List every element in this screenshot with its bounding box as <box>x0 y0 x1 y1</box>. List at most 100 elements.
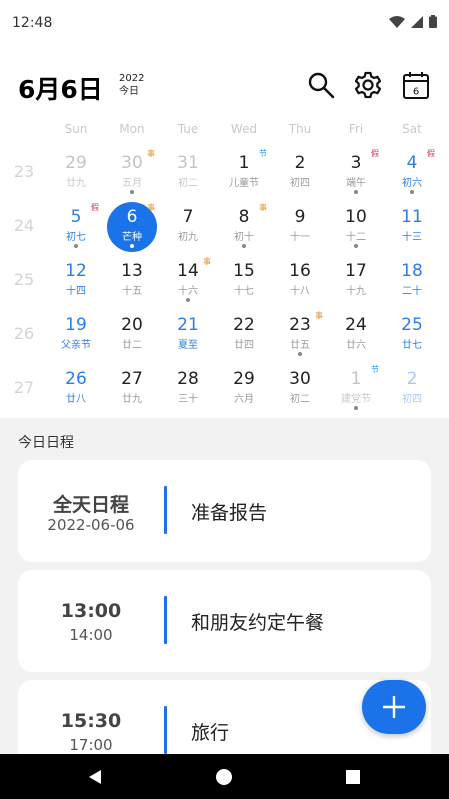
day-number: 9 <box>294 207 306 227</box>
lunar-date: 初九 <box>178 232 198 243</box>
calendar-day[interactable]: 17 十九 <box>328 256 384 310</box>
calendar-day[interactable]: 12 十四 <box>48 256 104 310</box>
event-card[interactable]: 13:00 14:00 和朋友约定午餐 <box>18 570 431 672</box>
calendar-day[interactable]: 19 父亲节 <box>48 310 104 364</box>
date-subtitle: 2022 今日 <box>119 72 144 98</box>
event-indicator-dot <box>410 190 414 194</box>
calendar-day[interactable]: 13 十五 <box>104 256 160 310</box>
day-number: 19 <box>65 315 87 335</box>
calendar-day[interactable]: 31 初二 <box>160 148 216 202</box>
day-badge: 事 <box>203 257 211 266</box>
calendar-day[interactable]: 29 六月 <box>216 364 272 418</box>
lunar-date: 十五 <box>122 286 142 297</box>
calendar-icon-day: 6 <box>413 87 419 98</box>
calendar-day[interactable]: 9 十一 <box>272 202 328 256</box>
lunar-date: 初二 <box>290 394 310 405</box>
calendar-day[interactable]: 28 三十 <box>160 364 216 418</box>
event-indicator-dot <box>186 298 190 302</box>
search-button[interactable] <box>304 68 338 102</box>
calendar-day[interactable]: 26 廿八 <box>48 364 104 418</box>
lunar-date: 初十 <box>234 232 254 243</box>
calendar-day[interactable]: 22 廿四 <box>216 310 272 364</box>
event-divider <box>164 596 167 644</box>
today-calendar-button[interactable]: 6 <box>399 68 433 102</box>
event-indicator-dot <box>130 190 134 194</box>
year-label: 2022 <box>119 73 145 84</box>
calendar-day[interactable]: 3 端午假 <box>328 148 384 202</box>
calendar-day[interactable]: 7 初九 <box>160 202 216 256</box>
lunar-date: 十八 <box>290 286 310 297</box>
calendar-day-selected[interactable]: 6 芒种事 <box>104 202 160 256</box>
lunar-date: 廿九 <box>66 178 86 189</box>
lunar-date: 儿童节 <box>229 178 259 189</box>
calendar-day[interactable]: 14 十六事 <box>160 256 216 310</box>
day-number: 27 <box>121 369 143 389</box>
day-number: 13 <box>121 261 143 281</box>
add-event-button[interactable] <box>362 680 426 734</box>
weekday-label: Fri <box>348 122 364 136</box>
home-button[interactable] <box>213 766 235 788</box>
day-number: 30 <box>289 369 311 389</box>
lunar-date: 二十 <box>402 286 422 297</box>
signal-icon <box>411 15 423 28</box>
calendar-day[interactable]: 16 十八 <box>272 256 328 310</box>
calendar-day[interactable]: 23 廿五事 <box>272 310 328 364</box>
back-button[interactable] <box>84 766 106 788</box>
settings-button[interactable] <box>351 68 385 102</box>
day-number: 21 <box>177 315 199 335</box>
weekday-label: Wed <box>230 122 258 136</box>
day-badge: 事 <box>259 203 267 212</box>
calendar-day[interactable]: 18 二十 <box>384 256 440 310</box>
calendar-day[interactable]: 30 五月事 <box>104 148 160 202</box>
calendar-day[interactable]: 25 廿七 <box>384 310 440 364</box>
calendar-week-row: 25 12 十四 13 十五 14 十六事 15 十七 16 十八 17 十九 18 二十 <box>0 256 449 310</box>
calendar-day[interactable]: 27 廿九 <box>104 364 160 418</box>
day-number: 12 <box>65 261 87 281</box>
calendar-week-row: 27 26 廿八 27 廿九 28 三十 29 六月 30 初二 1 建党节节 2 初四 <box>0 364 449 418</box>
recents-button[interactable] <box>342 766 364 788</box>
calendar-day[interactable]: 24 廿六 <box>328 310 384 364</box>
calendar-day[interactable]: 4 初六假 <box>384 148 440 202</box>
current-date-title: 6月6日 <box>18 75 103 104</box>
calendar-day[interactable]: 5 初七假 <box>48 202 104 256</box>
day-number: 7 <box>182 207 194 227</box>
calendar-day[interactable]: 11 十三 <box>384 202 440 256</box>
lunar-date: 十七 <box>234 286 254 297</box>
event-time-main: 13:00 <box>60 600 122 622</box>
calendar-day[interactable]: 10 十二 <box>328 202 384 256</box>
status-bar: 12:48 <box>0 0 449 46</box>
day-number: 20 <box>121 315 143 335</box>
calendar-day[interactable]: 1 建党节节 <box>328 364 384 418</box>
event-card[interactable]: 全天日程 2022-06-06 准备报告 <box>18 460 431 562</box>
calendar-day[interactable]: 1 儿童节节 <box>216 148 272 202</box>
event-indicator-dot <box>130 244 134 248</box>
today-label: 今日 <box>119 86 139 97</box>
day-badge: 节 <box>371 365 379 374</box>
calendar-day[interactable]: 30 初二 <box>272 364 328 418</box>
calendar-day[interactable]: 29 廿九 <box>48 148 104 202</box>
calendar-day[interactable]: 2 初四 <box>272 148 328 202</box>
week-number: 24 <box>13 216 35 235</box>
calendar-day[interactable]: 20 廿二 <box>104 310 160 364</box>
event-title: 和朋友约定午餐 <box>191 612 325 634</box>
calendar-day[interactable]: 21 夏至 <box>160 310 216 364</box>
search-icon <box>308 72 335 99</box>
lunar-date: 廿六 <box>346 340 366 351</box>
week-number: 25 <box>13 270 35 289</box>
system-navigation-bar <box>0 754 449 799</box>
week-number: 26 <box>13 324 35 343</box>
lunar-date: 端午 <box>346 178 366 189</box>
event-time-sub: 2022-06-06 <box>47 516 135 534</box>
event-indicator-dot <box>74 244 78 248</box>
lunar-date: 廿七 <box>402 340 422 351</box>
lunar-date: 建党节 <box>341 394 371 405</box>
calendar-day[interactable]: 2 初四 <box>384 364 440 418</box>
calendar-day[interactable]: 15 十七 <box>216 256 272 310</box>
app-header: 6月6日 2022 今日 6 <box>0 60 449 116</box>
event-indicator-dot <box>354 406 358 410</box>
event-title: 旅行 <box>191 722 230 744</box>
status-icons <box>389 15 437 28</box>
calendar-icon: 6 <box>403 72 429 99</box>
calendar-day[interactable]: 8 初十事 <box>216 202 272 256</box>
week-number: 27 <box>13 378 35 397</box>
